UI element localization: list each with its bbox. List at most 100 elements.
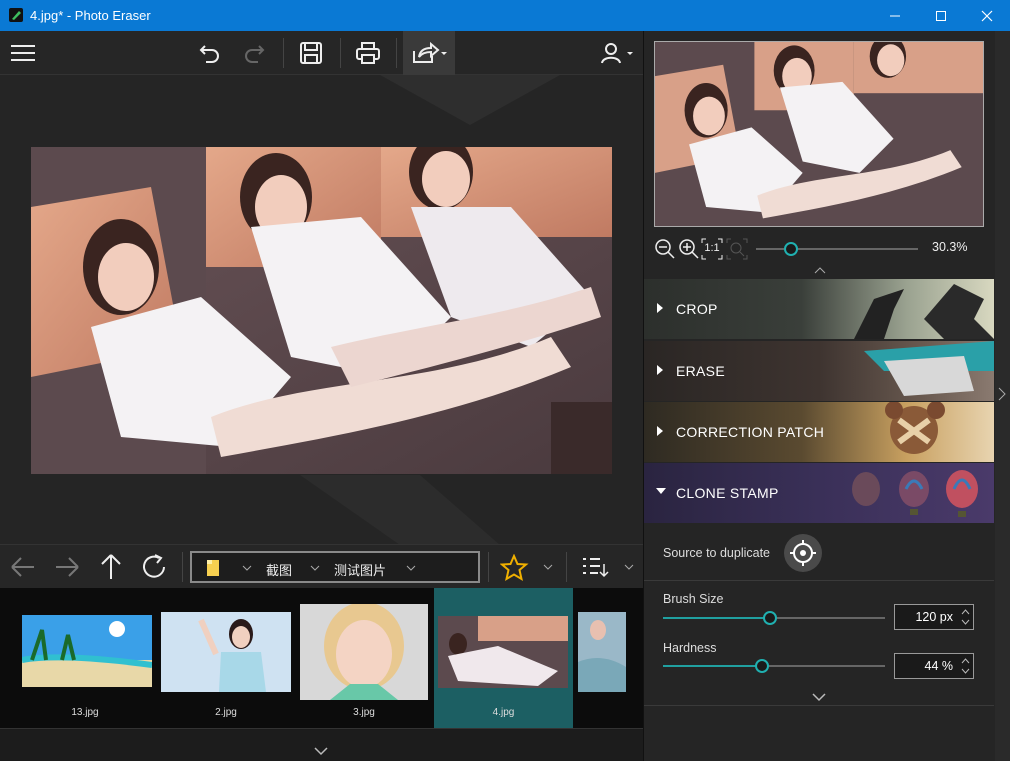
image-canvas[interactable] [0,75,643,544]
refresh-icon [143,554,165,578]
source-row: Source to duplicate [644,523,994,581]
clone-stamp-section-header[interactable]: CLONE STAMP [644,463,994,523]
zoom-in-icon [679,239,699,259]
hardness-input[interactable]: 44 % [894,653,974,679]
breadcrumb-segment[interactable]: 截图 [266,560,292,579]
thumbnail-label: 3.jpg [353,707,375,718]
app-icon [9,8,23,22]
thumbnail-item[interactable]: 3.jpg [296,588,432,728]
user-icon [601,43,633,64]
right-tools-panel: 1:1 30.3% CROP ERASE CORRECTION PATCH CL… [643,31,995,761]
correction-patch-label: CORRECTION PATCH [676,424,825,440]
share-button[interactable] [403,31,455,75]
brush-size-value: 120 px [915,610,953,624]
chevron-down-icon[interactable] [406,564,416,572]
thumbnail-image [22,615,152,687]
sort-list-icon [583,558,634,578]
zoom-slider-knob[interactable] [784,242,798,256]
teddy-bear-header-art [885,402,945,454]
chevron-down-icon[interactable] [310,564,320,572]
breadcrumb-segment[interactable]: 测试图片 [334,560,386,579]
thumbnail-label: 2.jpg [215,707,237,718]
maximize-button[interactable] [918,0,964,31]
hardness-slider-knob[interactable] [755,659,769,673]
eraser-header-art [864,341,994,396]
correction-patch-section-header[interactable]: CORRECTION PATCH [644,402,994,462]
preview-image [655,42,983,226]
print-button[interactable] [349,31,387,75]
chevron-up-icon[interactable] [814,266,826,274]
crop-header-art [854,284,994,339]
undo-button[interactable] [192,31,228,75]
back-button[interactable] [8,553,38,581]
photo-image [31,147,612,474]
zoom-slider[interactable] [756,248,918,250]
navigator-preview[interactable] [654,41,984,227]
panel-collapse-strip[interactable] [995,31,1010,761]
zoom-in-button[interactable] [678,238,700,260]
crop-label: CROP [676,301,718,317]
refresh-button[interactable] [140,552,170,582]
folder-icon [207,560,219,576]
panel-divider [644,705,994,706]
favorites-button[interactable] [499,553,556,582]
thumbnail-item[interactable]: 2.jpg [155,588,297,728]
window-title: 4.jpg* - Photo Eraser [30,8,151,23]
brush-size-input[interactable]: 120 px [894,604,974,630]
thumbnail-item-selected[interactable]: 4.jpg [434,588,573,728]
arrow-right-icon [56,557,79,577]
caret-right-icon [657,365,663,375]
nav-separator [566,552,567,582]
maximize-icon [936,10,946,21]
minimize-icon [890,15,900,16]
close-icon [981,10,993,21]
chevron-down-icon[interactable] [812,692,826,702]
redo-button[interactable] [236,31,272,75]
thumbnail-image [161,612,291,692]
zoom-out-button[interactable] [654,238,676,260]
fit-zoom-icon [726,238,748,260]
toolbar-separator [396,38,397,68]
erase-section-header[interactable]: ERASE [644,341,994,401]
brush-size-label: Brush Size [663,592,724,606]
file-navigation-bar: 截图 测试图片 [0,544,643,588]
fit-to-window-button[interactable] [726,238,748,260]
thumbnail-image [578,612,626,692]
zoom-percentage: 30.3% [932,240,968,254]
title-bar: 4.jpg* - Photo Eraser [0,0,1010,31]
thumbnail-label: 13.jpg [71,707,99,718]
edited-photo[interactable] [31,147,612,474]
save-icon [300,42,322,64]
arrow-up-icon [101,554,121,579]
undo-icon [199,45,219,63]
chevron-down-icon [314,747,328,756]
close-button[interactable] [964,0,1010,31]
thumbnail-collapse-bar[interactable] [0,728,643,761]
minimize-button[interactable] [872,0,918,31]
save-button[interactable] [292,31,330,75]
chevron-right-icon [998,387,1006,401]
forward-button[interactable] [52,553,82,581]
sort-button[interactable] [580,554,640,582]
source-label: Source to duplicate [663,546,771,560]
hardness-label: Hardness [663,641,717,655]
zoom-out-icon [655,239,675,259]
share-icon [413,41,447,63]
brush-size-slider-knob[interactable] [763,611,777,625]
path-breadcrumb[interactable]: 截图 测试图片 [190,551,480,583]
thumbnail-strip: 13.jpg 2.jpg 3.jpg 4.jpg [0,588,643,728]
spin-arrows-icon[interactable] [961,656,970,676]
actual-size-button[interactable]: 1:1 [701,238,723,260]
clone-stamp-label: CLONE STAMP [676,485,779,501]
brush-size-slider-fill [663,617,770,619]
thumbnail-item[interactable] [576,588,628,728]
thumbnail-item[interactable]: 13.jpg [12,588,158,728]
crop-section-header[interactable]: CROP [644,279,994,339]
account-button[interactable] [596,31,638,75]
up-folder-button[interactable] [96,551,126,583]
menu-button[interactable] [6,31,40,75]
caret-right-icon [657,426,663,436]
source-picker-button[interactable] [784,534,822,572]
app-window: 4.jpg* - Photo Eraser 截图 测试图片 13.jpg 2.j… [0,0,1010,761]
spin-arrows-icon[interactable] [961,607,970,627]
